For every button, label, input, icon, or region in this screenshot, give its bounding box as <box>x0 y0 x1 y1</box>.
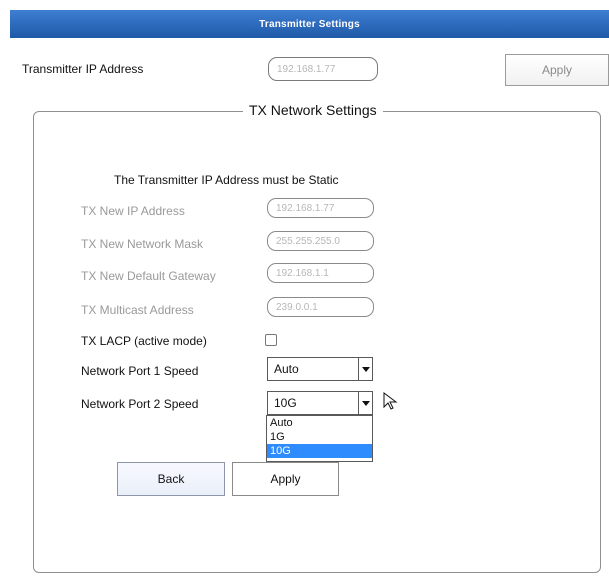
new-ip-input[interactable]: 192.168.1.77 <box>267 198 374 218</box>
group-apply-label: Apply <box>270 472 301 486</box>
transmitter-ip-label: Transmitter IP Address <box>22 62 144 76</box>
port2-speed-options[interactable]: Auto 1G 10G <box>266 415 373 462</box>
multicast-address-value: 239.0.0.1 <box>276 301 318 313</box>
network-mask-value: 255.255.255.0 <box>276 235 340 247</box>
static-ip-note: The Transmitter IP Address must be Stati… <box>114 173 339 187</box>
port2-option-1g[interactable]: 1G <box>267 430 372 444</box>
tx-network-settings-title: TX Network Settings <box>243 102 383 118</box>
port1-speed-value: Auto <box>274 362 299 376</box>
default-gateway-value: 192.168.1.1 <box>276 267 329 279</box>
group-apply-button[interactable]: Apply <box>232 462 339 496</box>
back-label: Back <box>157 472 185 486</box>
port2-speed-value: 10G <box>274 396 297 410</box>
arrow-cursor-icon <box>383 392 398 410</box>
chevron-down-icon <box>361 366 370 372</box>
port2-speed-label: Network Port 2 Speed <box>81 397 199 411</box>
chevron-down-icon <box>361 400 370 406</box>
multicast-address-label: TX Multicast Address <box>81 303 194 317</box>
top-apply-button[interactable]: Apply <box>505 54 609 86</box>
port2-speed-select[interactable]: 10G <box>267 391 373 415</box>
back-button[interactable]: Back <box>117 462 225 496</box>
window-title: Transmitter Settings <box>259 18 360 30</box>
default-gateway-label: TX New Default Gateway <box>81 269 216 283</box>
port2-dropdown-arrow[interactable] <box>358 392 372 414</box>
port1-speed-label: Network Port 1 Speed <box>81 364 199 378</box>
network-mask-input[interactable]: 255.255.255.0 <box>267 231 374 251</box>
lacp-label: TX LACP (active mode) <box>81 334 207 348</box>
transmitter-ip-field[interactable]: 192.168.1.77 <box>268 57 378 81</box>
multicast-address-input[interactable]: 239.0.0.1 <box>267 297 374 317</box>
port1-speed-select[interactable]: Auto <box>267 357 373 381</box>
port2-option-auto[interactable]: Auto <box>267 416 372 430</box>
lacp-checkbox[interactable] <box>265 334 277 346</box>
window-titlebar: Transmitter Settings <box>10 10 609 38</box>
port1-dropdown-arrow[interactable] <box>358 358 372 380</box>
transmitter-ip-value: 192.168.1.77 <box>277 63 336 75</box>
network-mask-label: TX New Network Mask <box>81 237 204 251</box>
new-ip-label: TX New IP Address <box>81 204 185 218</box>
top-apply-label: Apply <box>541 63 573 77</box>
new-ip-value: 192.168.1.77 <box>276 202 335 214</box>
port2-option-10g[interactable]: 10G <box>267 444 372 458</box>
default-gateway-input[interactable]: 192.168.1.1 <box>267 263 374 283</box>
